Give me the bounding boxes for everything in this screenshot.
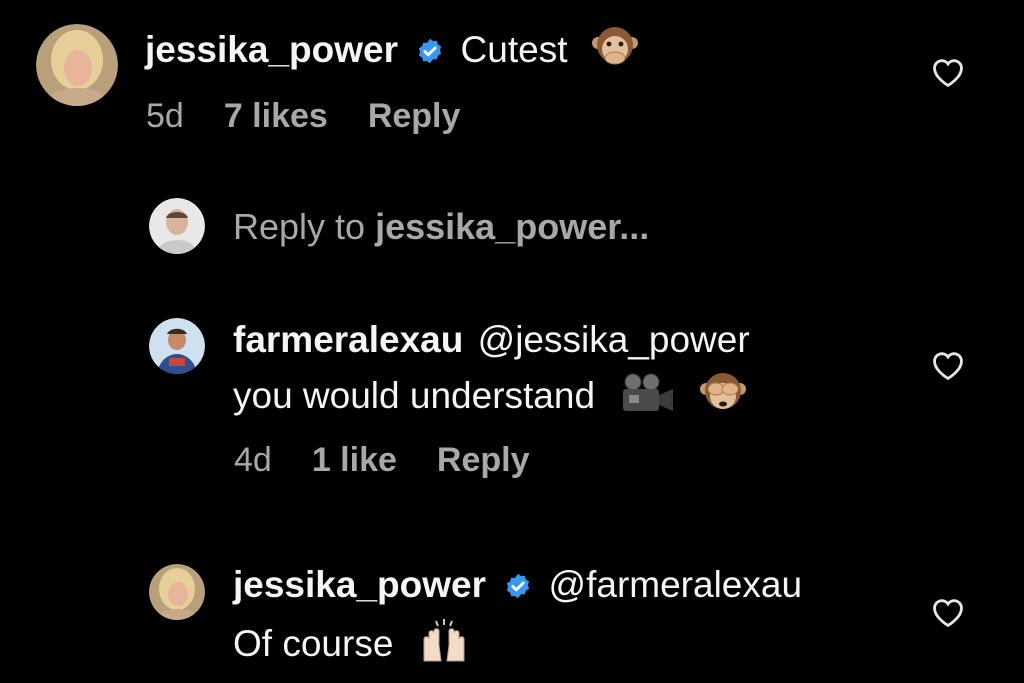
reply-button[interactable]: Reply — [368, 97, 461, 135]
avatar-jessika-power[interactable] — [149, 564, 205, 620]
comment-1-meta: 5d 7 likes Reply — [146, 96, 500, 136]
username[interactable]: jessika_power — [233, 564, 486, 605]
like-heart-icon[interactable] — [931, 349, 965, 381]
username[interactable]: farmeralexau — [233, 319, 463, 360]
see-no-evil-monkey-icon — [699, 371, 746, 415]
comment-3-first-line: jessika_power @farmeralexau — [233, 563, 802, 607]
speak-no-evil-monkey-icon — [591, 25, 638, 69]
comment-3-second-line: Of course — [233, 617, 470, 666]
mention-link[interactable]: @farmeralexau — [549, 564, 803, 605]
comment-1-body: jessika_power Cutest — [145, 25, 638, 72]
raising-hands-icon — [418, 617, 470, 663]
avatar-current-user — [149, 198, 205, 254]
comment-text: Of course — [233, 623, 394, 664]
avatar-farmeralexau[interactable] — [149, 318, 205, 374]
verified-badge-icon — [504, 572, 532, 600]
comment-2-meta: 4d 1 like Reply — [234, 440, 570, 480]
comment-age: 4d — [234, 441, 272, 479]
username[interactable]: jessika_power — [145, 29, 398, 70]
movie-camera-icon — [619, 373, 675, 415]
avatar-jessika-power[interactable] — [36, 24, 118, 106]
verified-badge-icon — [416, 37, 444, 65]
reply-input-prompt[interactable]: Reply to jessika_power... — [233, 205, 649, 249]
comment-age: 5d — [146, 97, 184, 135]
comment-text: you would understand — [233, 375, 596, 416]
likes-count[interactable]: 7 likes — [224, 97, 328, 135]
like-heart-icon[interactable] — [931, 56, 965, 88]
mention-link[interactable]: @jessika_power — [478, 319, 750, 360]
reply-prompt-prefix: Reply to — [233, 206, 376, 247]
comment-2-first-line: farmeralexau @jessika_power — [233, 318, 750, 362]
comment-2-second-line: you would understand — [233, 371, 746, 418]
comment-text: Cutest — [460, 29, 568, 70]
reply-button[interactable]: Reply — [437, 441, 530, 479]
like-heart-icon[interactable] — [931, 596, 965, 628]
likes-count[interactable]: 1 like — [312, 441, 397, 479]
reply-prompt-target: jessika_power... — [375, 206, 650, 247]
